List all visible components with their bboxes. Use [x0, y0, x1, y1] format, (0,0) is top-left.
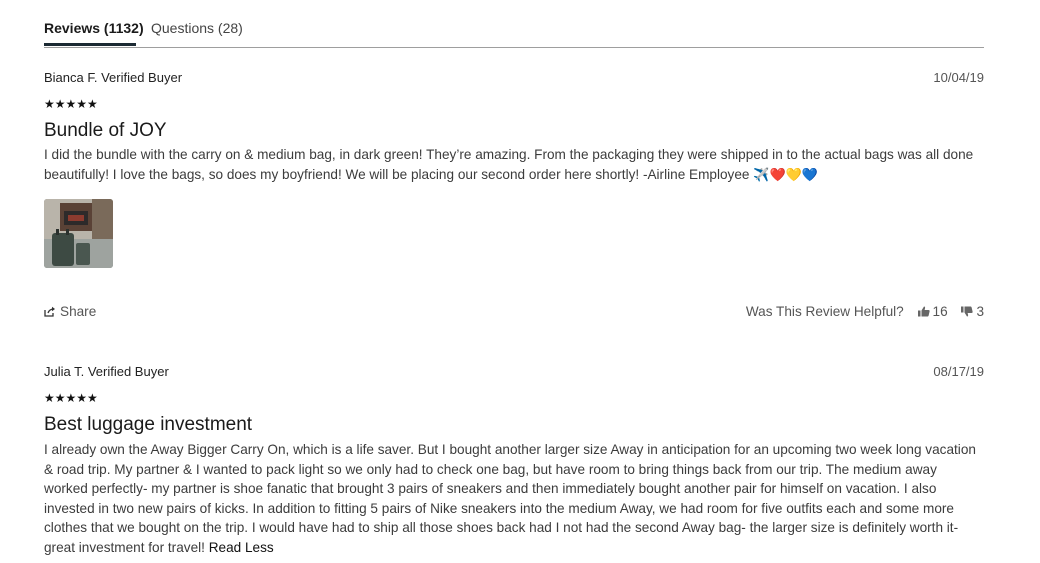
review-body: I already own the Away Bigger Carry On, … [44, 440, 979, 557]
share-button[interactable]: Share [44, 304, 96, 319]
review-item: Julia T. Verified Buyer 08/17/19 ★★★★★ B… [44, 362, 984, 562]
star-rating: ★★★★★ [44, 97, 98, 111]
thumbs-down-button[interactable]: 3 [961, 304, 984, 319]
thumbs-down-count: 3 [976, 304, 984, 319]
share-icon [44, 306, 55, 317]
review-text: I did the bundle with the carry on & med… [44, 147, 974, 182]
thumbs-down-icon [961, 306, 974, 317]
active-tab-indicator [44, 43, 136, 46]
review-item: Bianca F. Verified Buyer 10/04/19 ★★★★★ … [44, 68, 984, 333]
thumbs-up-icon [917, 306, 930, 317]
thumbs-up-count: 16 [932, 304, 948, 319]
star-rating: ★★★★★ [44, 391, 98, 405]
helpful-votes: Was This Review Helpful? 16 3 [746, 304, 984, 319]
tab-reviews[interactable]: Reviews (1132) [44, 19, 144, 37]
review-tabs: Reviews (1132) Questions (28) [44, 0, 984, 48]
review-author: Bianca F. Verified Buyer [44, 70, 183, 85]
review-title: Bundle of JOY [44, 120, 167, 141]
helpful-question: Was This Review Helpful? [745, 304, 904, 319]
review-author: Julia T. Verified Buyer [44, 364, 169, 379]
review-text: I already own the Away Bigger Carry On, … [44, 442, 976, 555]
read-less-link[interactable]: Read Less [209, 540, 274, 555]
luggage-photo [44, 199, 113, 268]
review-date: 08/17/19 [933, 364, 984, 379]
review-title: Best luggage investment [44, 414, 253, 435]
review-date: 10/04/19 [933, 70, 984, 85]
thumbs-up-button[interactable]: 16 [917, 304, 948, 319]
emoji-sequence: ✈️❤️💛💙 [753, 166, 819, 182]
review-photo-thumbnail[interactable] [44, 199, 113, 268]
share-label: Share [60, 304, 97, 319]
review-body: I did the bundle with the carry on & med… [44, 145, 979, 184]
tab-questions[interactable]: Questions (28) [151, 19, 243, 37]
